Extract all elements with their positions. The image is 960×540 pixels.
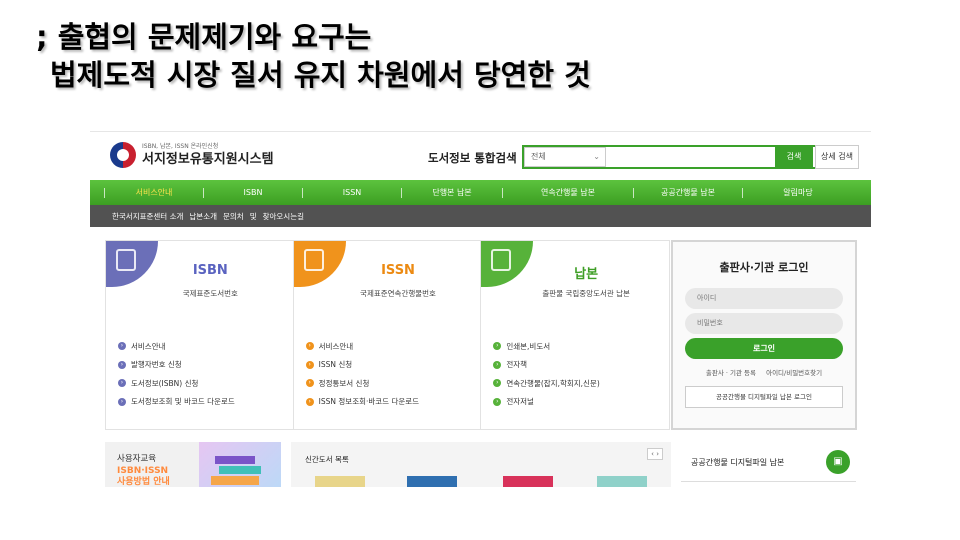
slide-headline: ; 출협의 문제제기와 요구는 법제도적 시장 질서 유지 차원에서 당연한 것 xyxy=(36,18,591,94)
search-scope-select[interactable]: 전체 ⌄ xyxy=(524,147,606,167)
circle-arrow-icon: › xyxy=(118,397,126,406)
nav-item-issn[interactable]: ISSN xyxy=(303,188,401,197)
card-title: ISSN xyxy=(381,263,415,278)
circle-arrow-icon: › xyxy=(305,360,314,369)
nav-item-service[interactable]: 서비스안내 xyxy=(105,187,203,198)
card-link-list: › 인쇄본,비도서 › 전자책 › 연속간행물(잡지,학회지,신문) › 전자저널 xyxy=(493,337,600,412)
card-link[interactable]: › 연속간행물(잡지,학회지,신문) xyxy=(493,374,600,393)
nav-item-isbn[interactable]: ISBN xyxy=(204,188,302,197)
service-cards: ISBN 국제표준도서번호 › 서비스안내 › 발행자번호 신청 › 도서정보(ISB… xyxy=(105,240,670,430)
circle-arrow-icon: › xyxy=(305,379,314,388)
card-link[interactable]: › ISSN 신청 xyxy=(305,356,419,375)
digital-deposit-link[interactable]: 공공간행물 디지털파일 납본 ▣ xyxy=(681,442,856,482)
chevron-down-icon: ⌄ xyxy=(593,152,600,161)
nav-item-book-deposit[interactable]: 단행본 납본 xyxy=(402,187,502,198)
subnav-item-contact[interactable]: 문의처 xyxy=(223,211,244,222)
circle-arrow-icon: › xyxy=(118,360,126,369)
digital-deposit-title: 공공간행물 디지털파일 납본 xyxy=(691,458,785,467)
circle-arrow-icon: › xyxy=(305,342,314,351)
card-link[interactable]: › 정정통보서 신청 xyxy=(305,374,419,393)
book-thumbnail[interactable] xyxy=(597,476,647,487)
logo-title: 서지정보유통지원시스템 xyxy=(142,151,274,167)
sub-nav: 한국서지표준센터 소개 납본소개 문의처 및 찾아오시는길 xyxy=(90,205,871,227)
card-issn: ISSN 국제표준연속간행물번호 › 서비스안내 › ISSN 신청 › 정정통보서 … xyxy=(293,241,482,429)
site-logo[interactable]: ISBN, 납본, ISSN 온라인신청 서지정보유통지원시스템 xyxy=(110,142,274,168)
headline-line-1: ; 출협의 문제제기와 요구는 xyxy=(36,20,372,54)
circle-arrow-icon: › xyxy=(493,397,502,406)
subnav-item-intro[interactable]: 한국서지표준센터 소개 xyxy=(112,211,183,222)
card-link[interactable]: › ISSN 정보조회·바코드 다운로드 xyxy=(305,393,419,412)
gov-digital-login-button[interactable]: 공공간행물 디지털파일 납본 로그인 xyxy=(685,386,843,408)
book-thumbnail[interactable] xyxy=(407,476,457,487)
books-illustration xyxy=(199,442,281,487)
subnav-conjunction: 및 xyxy=(249,211,257,221)
card-link[interactable]: › 전자책 xyxy=(493,356,599,375)
circle-arrow-icon: › xyxy=(493,342,502,351)
login-panel: 출판사·기관 로그인 아이디 비밀번호 로그인 출판사 · 기관 등록 아이디/… xyxy=(671,240,857,430)
nav-item-public-deposit[interactable]: 공공간행물 납본 xyxy=(634,187,742,198)
card-link[interactable]: › 전자저널 xyxy=(493,393,599,412)
circle-arrow-icon: › xyxy=(493,360,502,369)
global-nav: 서비스안내 ISBN ISSN 단행본 납본 연속간행물 납본 공공간행물 납본… xyxy=(90,180,871,205)
subnav-item-directions[interactable]: 찾아오시는길 xyxy=(263,211,304,222)
new-books-title: 신간도서 목록 xyxy=(305,455,349,464)
login-button[interactable]: 로그인 xyxy=(685,338,843,359)
card-subtitle: 출판물 국립중앙도서관 납본 xyxy=(542,289,630,298)
register-link[interactable]: 출판사 · 기관 등록 xyxy=(706,369,756,377)
headline-line-2: 법제도적 시장 질서 유지 차원에서 당연한 것 xyxy=(50,58,591,92)
card-link-list: › 서비스안내 › 발행자번호 신청 › 도서정보(ISBN) 신청 › 도서정보조회 … xyxy=(118,337,235,411)
card-title: ISBN xyxy=(192,263,228,278)
user-education-banner[interactable]: 사용자교육 ISBN·ISSN 사용방법 안내 xyxy=(105,442,281,487)
book-thumbnail[interactable] xyxy=(315,476,365,487)
card-link[interactable]: › 도서정보(ISBN) 신청 xyxy=(118,374,235,393)
taegeuk-logo-icon xyxy=(110,142,136,168)
logo-tagline: ISBN, 납본, ISSN 온라인신청 xyxy=(142,142,219,150)
nav-item-notice[interactable]: 알림마당 xyxy=(743,187,853,198)
card-title: 납본 xyxy=(574,267,599,282)
card-link[interactable]: › 인쇄본,비도서 xyxy=(493,337,599,356)
card-link-list: › 서비스안내 › ISSN 신청 › 정정통보서 신청 › ISSN 정보조회·바코드… xyxy=(305,337,419,412)
search-title: 도서정보 통합검색 xyxy=(428,151,517,165)
edu-subtitle: ISBN·ISSN 사용방법 안내 xyxy=(117,466,170,487)
book-thumbnail[interactable] xyxy=(503,476,553,487)
card-deposit: 납본 출판물 국립중앙도서관 납본 › 인쇄본,비도서 › 전자책 › 연속간행물(잡… xyxy=(481,241,669,429)
search-button[interactable]: 검색 xyxy=(775,145,813,169)
card-subtitle: 국제표준도서번호 xyxy=(182,289,238,298)
circle-arrow-icon: › xyxy=(493,379,502,388)
find-account-link[interactable]: 아이디/비밀번호찾기 xyxy=(766,369,822,377)
login-title: 출판사·기관 로그인 xyxy=(719,261,809,274)
subnav-item-deposit[interactable]: 납본소개 xyxy=(189,211,217,222)
login-links: 출판사 · 기관 등록 아이디/비밀번호찾기 xyxy=(673,367,855,377)
circle-arrow-icon: › xyxy=(118,379,126,388)
card-link[interactable]: › 서비스안내 xyxy=(305,337,419,356)
card-link[interactable]: › 도서정보조회 및 바코드 다운로드 xyxy=(118,393,235,412)
bottom-section: 사용자교육 ISBN·ISSN 사용방법 안내 신간도서 목록 ‹ › 공공간행… xyxy=(105,442,871,487)
site-header: ISBN, 납본, ISSN 온라인신청 서지정보유통지원시스템 도서정보 통합… xyxy=(90,132,871,180)
edu-title: 사용자교육 xyxy=(117,454,157,464)
id-field[interactable]: 아이디 xyxy=(685,288,843,309)
search-scope-value: 전체 xyxy=(531,152,546,161)
card-subtitle: 국제표준연속간행물번호 xyxy=(360,289,436,298)
document-icon: ▣ xyxy=(826,450,850,474)
new-books-panel: 신간도서 목록 ‹ › xyxy=(291,442,671,487)
circle-arrow-icon: › xyxy=(118,342,126,351)
card-link[interactable]: › 서비스안내 xyxy=(118,337,235,356)
detail-search-button[interactable]: 상세 검색 xyxy=(815,145,859,169)
carousel-pager[interactable]: ‹ › xyxy=(647,448,663,460)
circle-arrow-icon: › xyxy=(305,397,314,406)
website-screenshot: ISBN, 납본, ISSN 온라인신청 서지정보유통지원시스템 도서정보 통합… xyxy=(90,131,871,487)
nav-item-serial-deposit[interactable]: 연속간행물 납본 xyxy=(503,187,633,198)
password-field[interactable]: 비밀번호 xyxy=(685,313,843,334)
card-isbn: ISBN 국제표준도서번호 › 서비스안내 › 발행자번호 신청 › 도서정보(ISB… xyxy=(106,241,294,429)
card-link[interactable]: › 발행자번호 신청 xyxy=(118,356,235,375)
presentation-slide: ; 출협의 문제제기와 요구는 법제도적 시장 질서 유지 차원에서 당연한 것… xyxy=(0,0,960,540)
